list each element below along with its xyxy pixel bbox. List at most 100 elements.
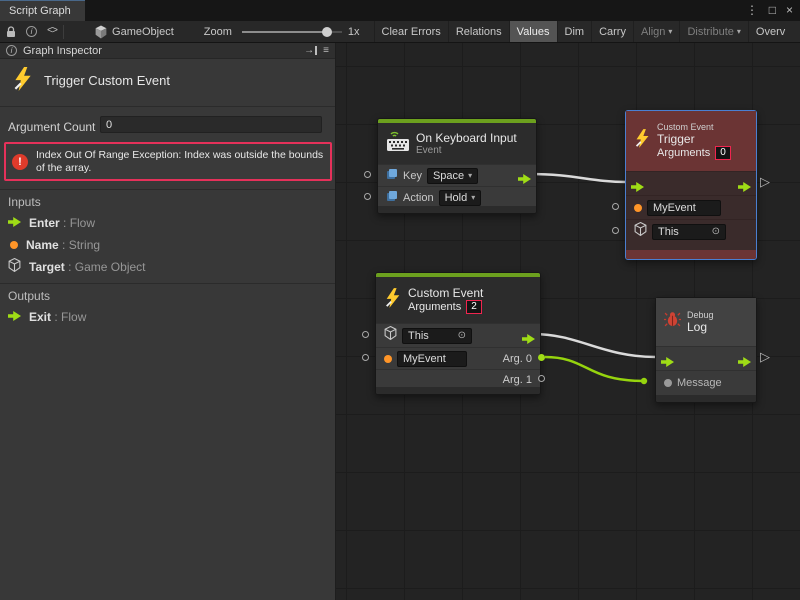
port-row-action: Action Hold ▾ <box>378 186 536 208</box>
port-row-target: This ⊙ <box>376 323 540 347</box>
port-list-item-target: Target : Game Object <box>8 259 146 275</box>
window-menu-icon[interactable]: ⋮ <box>746 3 758 17</box>
tab-script-graph[interactable]: Script Graph <box>0 0 85 21</box>
align-button-label: Align <box>641 26 665 38</box>
key-input-port[interactable] <box>364 171 371 178</box>
custom-event-lightning-icon <box>12 67 34 96</box>
flow-output-port[interactable] <box>738 179 751 197</box>
target-picker-icon[interactable]: ⊙ <box>712 226 720 237</box>
zoom-label: Zoom <box>204 26 232 38</box>
port-list-item-name: Name : String <box>8 237 100 253</box>
node-title: On Keyboard Input <box>416 131 517 145</box>
distribute-button[interactable]: Distribute ▾ <box>679 21 747 43</box>
distribute-button-label: Distribute <box>687 26 733 38</box>
target-field[interactable]: This ⊙ <box>402 328 472 344</box>
arguments-label: Arguments <box>408 301 461 313</box>
port-row-name: MyEvent Arg. 0 <box>376 347 540 369</box>
keycode-icon <box>386 167 398 185</box>
target-value: This <box>408 330 429 342</box>
name-input-port[interactable] <box>612 203 619 210</box>
action-port-label: Action <box>403 192 434 204</box>
node-header[interactable]: Custom Event Arguments 2 <box>376 277 540 323</box>
close-icon[interactable]: × <box>786 3 793 17</box>
target-input-port[interactable] <box>362 331 369 338</box>
code-view-icon[interactable]: <> <box>47 21 57 43</box>
gameobject-label[interactable]: GameObject <box>112 26 174 38</box>
event-name-field[interactable]: MyEvent <box>397 351 467 367</box>
flow-output-port[interactable] <box>738 354 751 372</box>
keyboard-icon <box>386 131 410 157</box>
node-subtitle: Event <box>416 145 517 156</box>
divider <box>0 189 335 190</box>
port-list-item-enter: Enter : Flow <box>8 215 95 231</box>
port-type: : Flow <box>60 216 95 230</box>
dim-button[interactable]: Dim <box>557 21 592 43</box>
zoom-slider-handle[interactable] <box>322 27 332 37</box>
keycode-icon <box>386 189 398 207</box>
key-dropdown[interactable]: Space ▾ <box>427 168 478 184</box>
custom-event-lightning-icon <box>634 129 651 153</box>
node-footer <box>378 206 536 213</box>
node-header[interactable]: Debug Log <box>656 298 756 346</box>
action-dropdown-value: Hold <box>445 192 468 204</box>
message-input-port[interactable] <box>664 379 672 387</box>
dock-icon[interactable]: → <box>304 45 317 56</box>
key-dropdown-value: Space <box>433 170 464 182</box>
flow-input-port[interactable] <box>631 179 644 197</box>
name-input-port[interactable] <box>362 354 369 361</box>
carry-button[interactable]: Carry <box>591 21 633 43</box>
graph-toolbar: i <> GameObject Zoom 1x Clear Errors Rel… <box>0 21 800 43</box>
node-header[interactable]: Custom Event Trigger Arguments 0 <box>626 111 756 171</box>
relations-button[interactable]: Relations <box>448 21 509 43</box>
wire-keyboard-to-trigger[interactable] <box>529 174 627 182</box>
port-name: Exit <box>29 310 51 324</box>
flow-output-port[interactable] <box>522 331 535 349</box>
values-button[interactable]: Values <box>509 21 557 43</box>
node-debug-log[interactable]: Debug Log Message <box>655 297 757 403</box>
target-picker-icon[interactable]: ⊙ <box>458 330 466 341</box>
error-message-box: ! Index Out Of Range Exception: Index wa… <box>4 142 332 181</box>
node-header[interactable]: On Keyboard Input Event <box>378 123 536 164</box>
node-on-keyboard-input[interactable]: On Keyboard Input Event Key Space ▾ Acti… <box>377 118 537 214</box>
align-button[interactable]: Align ▾ <box>633 21 679 43</box>
zoom-slider[interactable] <box>242 21 342 43</box>
panel-menu-icon[interactable]: ≡ <box>323 45 329 56</box>
port-name: Name <box>26 238 59 252</box>
port-type: : String <box>59 238 100 252</box>
event-name-field[interactable]: MyEvent <box>647 200 721 216</box>
target-field[interactable]: This ⊙ <box>652 224 726 240</box>
argument-count-input[interactable]: 0 <box>100 116 322 133</box>
arg1-output-port[interactable] <box>538 375 545 382</box>
node-footer <box>626 250 756 259</box>
inputs-heading: Inputs <box>8 195 41 209</box>
clear-errors-button[interactable]: Clear Errors <box>374 21 448 43</box>
target-input-port[interactable] <box>612 227 619 234</box>
message-label: Message <box>677 377 722 389</box>
maximize-icon[interactable]: □ <box>769 3 776 17</box>
action-dropdown[interactable]: Hold ▾ <box>439 190 482 206</box>
node-title: Custom Event <box>408 286 483 300</box>
action-input-port[interactable] <box>364 193 371 200</box>
zoom-slider-track-filled <box>242 31 328 33</box>
arg1-label: Arg. 1 <box>503 374 532 386</box>
node-footer <box>376 387 540 394</box>
wire-arguments-to-log[interactable] <box>533 334 656 357</box>
flow-input-port[interactable] <box>661 354 674 372</box>
string-port-icon <box>634 204 642 212</box>
node-trigger-custom-event[interactable]: Custom Event Trigger Arguments 0 MyEvent <box>625 110 757 260</box>
node-category: Custom Event <box>657 122 731 132</box>
event-name-value: MyEvent <box>653 202 696 214</box>
chevron-down-icon: ▾ <box>471 193 475 202</box>
port-row-arg1: Arg. 1 <box>376 369 540 389</box>
lock-icon[interactable] <box>6 21 16 43</box>
wire-arg0-to-message[interactable] <box>545 357 644 381</box>
custom-event-lightning-icon <box>384 288 402 313</box>
node-title: Log <box>687 320 714 334</box>
info-icon[interactable]: i <box>26 26 37 37</box>
overview-button[interactable]: Overv <box>748 21 792 43</box>
node-custom-event[interactable]: Custom Event Arguments 2 This ⊙ M <box>375 272 541 395</box>
graph-canvas[interactable]: On Keyboard Input Event Key Space ▾ Acti… <box>336 43 800 600</box>
event-name-value: MyEvent <box>403 353 446 365</box>
port-name: Target <box>29 260 65 274</box>
arg0-output-port[interactable] <box>538 354 545 361</box>
